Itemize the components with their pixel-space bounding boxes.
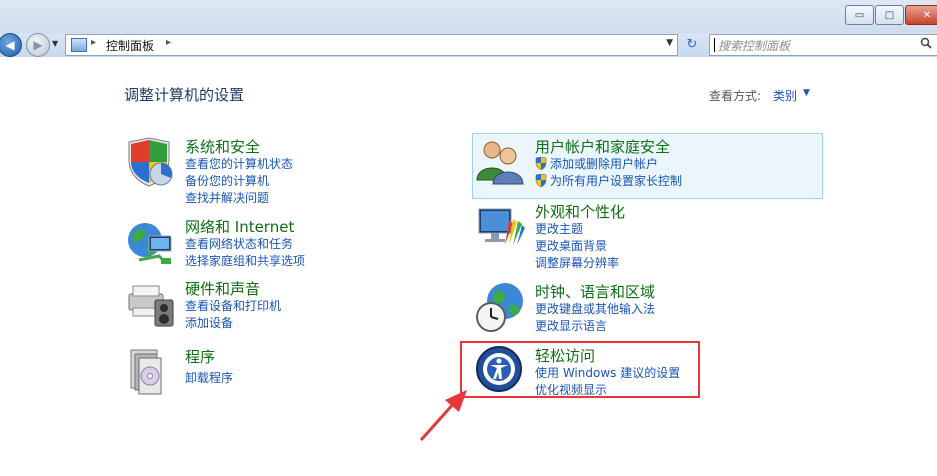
- link-devices-printers[interactable]: 查看设备和打印机: [185, 297, 281, 314]
- breadcrumb-separator-icon[interactable]: ▸: [91, 37, 96, 48]
- link-adjust-resolution[interactable]: 调整屏幕分辨率: [535, 254, 619, 271]
- navigation-bar: ◀ ▶ ▼ ▸ 控制面板 ▸ ▼ ↻ 搜索控制面板: [0, 33, 937, 57]
- address-bar[interactable]: ▸ 控制面板 ▸ ▼: [65, 34, 678, 56]
- link-parental-controls-label: 为所有用户设置家长控制: [550, 174, 683, 188]
- refresh-button[interactable]: ↻: [680, 34, 704, 54]
- annotation-highlight-box: [460, 341, 700, 398]
- link-change-desktop-background[interactable]: 更改桌面背景: [535, 237, 607, 254]
- category-title-system-security[interactable]: 系统和安全: [185, 136, 260, 157]
- appearance-icon[interactable]: [475, 201, 527, 253]
- category-title-clock-language[interactable]: 时钟、语言和区域: [535, 281, 655, 302]
- forward-arrow-icon: ▶: [33, 38, 43, 52]
- text-caret: [714, 38, 715, 52]
- category-title-appearance[interactable]: 外观和个性化: [535, 201, 625, 222]
- link-homegroup-sharing[interactable]: 选择家庭组和共享选项: [185, 252, 305, 269]
- page-title: 调整计算机的设置: [124, 86, 245, 104]
- back-button[interactable]: ◀: [0, 33, 22, 57]
- minimize-button[interactable]: ▭: [845, 5, 874, 25]
- address-dropdown-icon[interactable]: ▼: [666, 38, 673, 48]
- annotation-arrow-icon: [419, 390, 467, 442]
- minimize-icon: ▭: [854, 9, 865, 21]
- system-security-icon[interactable]: [125, 136, 177, 188]
- programs-icon[interactable]: [125, 346, 177, 398]
- title-bar: ▭ □ ✕: [0, 0, 937, 33]
- close-button[interactable]: ✕: [905, 5, 937, 25]
- uac-shield-icon: [535, 174, 547, 187]
- link-add-remove-users[interactable]: 添加或删除用户帐户: [535, 155, 658, 172]
- user-accounts-icon[interactable]: [475, 136, 527, 188]
- network-icon[interactable]: [125, 216, 177, 268]
- link-backup-computer[interactable]: 备份您的计算机: [185, 172, 269, 189]
- category-title-user-accounts[interactable]: 用户帐户和家庭安全: [535, 136, 670, 157]
- link-change-theme[interactable]: 更改主题: [535, 220, 583, 237]
- recent-pages-button[interactable]: ▼: [52, 39, 58, 48]
- breadcrumb-control-panel[interactable]: 控制面板: [106, 37, 154, 54]
- close-icon: ✕: [922, 9, 932, 21]
- link-network-status[interactable]: 查看网络状态和任务: [185, 235, 293, 252]
- forward-button[interactable]: ▶: [26, 33, 50, 57]
- link-uninstall-program[interactable]: 卸载程序: [185, 369, 233, 386]
- link-change-input-method[interactable]: 更改键盘或其他输入法: [535, 300, 655, 317]
- link-view-computer-status[interactable]: 查看您的计算机状态: [185, 155, 293, 172]
- category-title-programs[interactable]: 程序: [185, 346, 215, 367]
- view-by-dropdown[interactable]: 类别: [773, 87, 797, 104]
- search-placeholder: 搜索控制面板: [718, 39, 791, 53]
- link-add-device[interactable]: 添加设备: [185, 314, 233, 331]
- link-add-remove-users-label: 添加或删除用户帐户: [550, 157, 659, 171]
- window-controls: ▭ □ ✕: [844, 5, 937, 25]
- hardware-sound-icon[interactable]: [125, 278, 177, 330]
- category-title-network[interactable]: 网络和 Internet: [185, 216, 294, 237]
- search-icon[interactable]: [920, 37, 932, 49]
- link-troubleshoot[interactable]: 查找并解决问题: [185, 189, 269, 206]
- breadcrumb-separator-icon[interactable]: ▸: [166, 37, 171, 48]
- uac-shield-icon: [535, 157, 547, 170]
- maximize-button[interactable]: □: [875, 5, 904, 25]
- category-title-hardware-sound[interactable]: 硬件和声音: [185, 278, 260, 299]
- maximize-icon: □: [884, 9, 895, 21]
- control-panel-icon: [71, 38, 87, 52]
- back-arrow-icon: ◀: [5, 38, 15, 52]
- refresh-icon: ↻: [686, 36, 698, 52]
- clock-language-icon[interactable]: [475, 281, 527, 333]
- chevron-down-icon[interactable]: ▼: [803, 88, 810, 98]
- link-change-display-language[interactable]: 更改显示语言: [535, 317, 607, 334]
- link-parental-controls[interactable]: 为所有用户设置家长控制: [535, 172, 682, 189]
- search-input[interactable]: 搜索控制面板: [709, 34, 937, 56]
- view-by-label: 查看方式:: [709, 89, 762, 103]
